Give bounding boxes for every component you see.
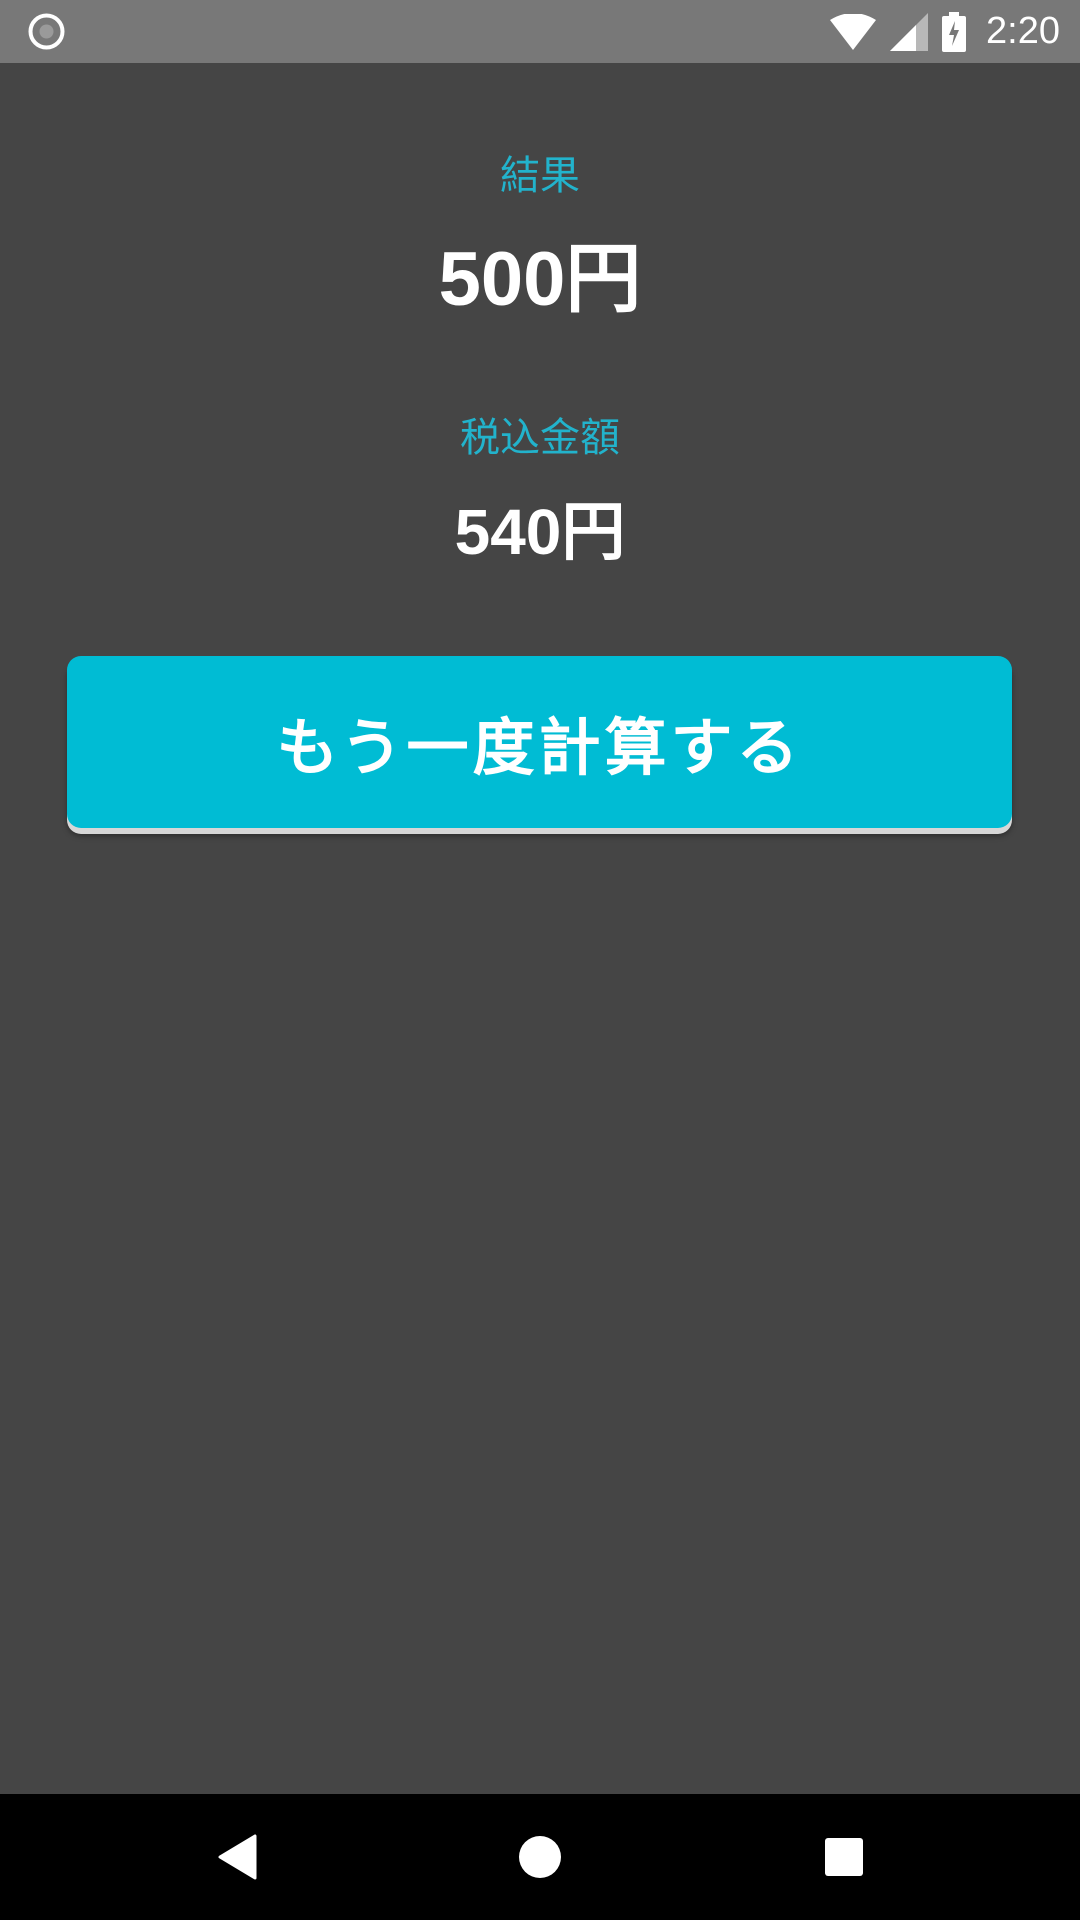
recents-button[interactable] [774, 1794, 914, 1920]
back-button[interactable] [167, 1794, 307, 1920]
record-icon [28, 13, 65, 50]
status-bar: 2:20 [0, 0, 1080, 63]
navigation-bar [0, 1794, 1080, 1920]
battery-charging-icon [942, 11, 967, 52]
signal-icon [890, 12, 929, 51]
result-value: 500円 [438, 237, 642, 322]
screen: 2:20 結果 500円 税込金額 540円 もう一度計算する [0, 0, 1080, 1920]
tax-included-value: 540円 [454, 496, 626, 568]
home-icon [519, 1836, 561, 1878]
back-icon [218, 1834, 257, 1880]
recalculate-button-label: もう一度計算する [276, 711, 803, 784]
status-icons: 2:20 [830, 0, 1060, 63]
recents-icon [825, 1838, 863, 1876]
tax-included-label: 税込金額 [460, 415, 620, 461]
recalculate-button[interactable]: もう一度計算する [67, 656, 1012, 828]
status-time: 2:20 [986, 10, 1060, 52]
wifi-icon [830, 13, 877, 50]
result-label: 結果 [500, 153, 580, 199]
home-button[interactable] [470, 1794, 610, 1920]
